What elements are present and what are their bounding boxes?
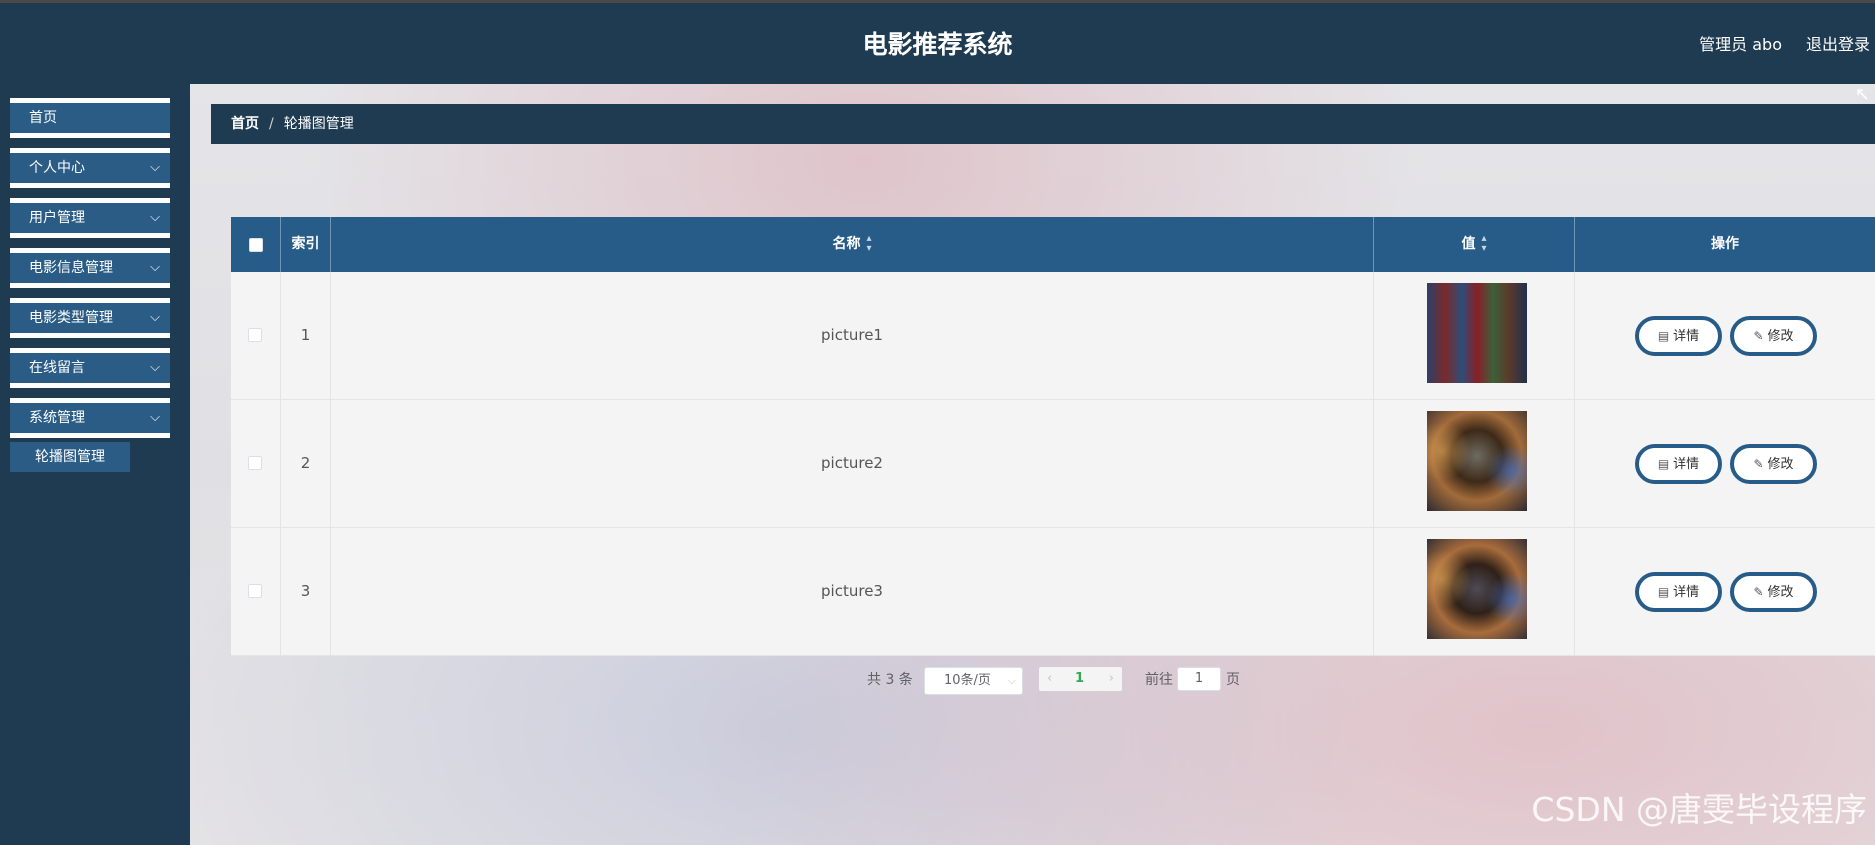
sort-icon[interactable]: ▴ ▾ xyxy=(1481,234,1486,254)
name-cell: picture3 xyxy=(331,528,1374,655)
row-checkbox[interactable] xyxy=(248,456,262,470)
chevron-down-icon: ⌵ xyxy=(150,410,160,425)
goto-label: 前往 xyxy=(1145,672,1173,688)
sidebar-subitem-carousel[interactable]: 轮播图管理 xyxy=(10,442,130,472)
carousel-thumbnail[interactable] xyxy=(1427,283,1527,383)
pencil-icon: ✎ xyxy=(1753,585,1764,599)
index-cell: 3 xyxy=(281,528,331,655)
mouse-cursor-icon: ↖ xyxy=(1854,84,1870,105)
app-title: 电影推荐系统 xyxy=(862,30,1013,59)
breadcrumb-separator: / xyxy=(269,116,274,132)
chevron-down-icon: ⌵ xyxy=(1007,674,1016,687)
carousel-thumbnail[interactable] xyxy=(1427,539,1527,639)
chevron-down-icon: ⌵ xyxy=(150,360,160,375)
table-row: 3 picture3 ▤ 详情 ✎ 修改 xyxy=(231,528,1875,656)
index-cell: 2 xyxy=(281,400,331,527)
sidebar-item-label: 电影类型管理 xyxy=(29,310,113,326)
sidebar-item-label: 电影信息管理 xyxy=(29,260,113,276)
sidebar-item-label: 系统管理 xyxy=(29,410,85,426)
chevron-left-icon[interactable]: ‹ xyxy=(1047,667,1052,691)
goto-page-input[interactable]: 1 xyxy=(1177,667,1221,691)
row-checkbox[interactable] xyxy=(248,328,262,342)
table-row: 1 picture1 ▤ 详情 ✎ 修改 xyxy=(231,272,1875,400)
sidebar-item-user-management[interactable]: 用户管理 ⌵ xyxy=(10,198,170,238)
document-icon: ▤ xyxy=(1657,585,1670,599)
chevron-down-icon: ⌵ xyxy=(150,210,160,225)
carousel-thumbnail[interactable] xyxy=(1427,411,1527,511)
select-cell xyxy=(231,400,281,527)
current-user: 管理员 abo xyxy=(1699,35,1782,54)
edit-button[interactable]: ✎ 修改 xyxy=(1730,572,1817,612)
pencil-icon: ✎ xyxy=(1753,329,1764,343)
goto-unit: 页 xyxy=(1226,672,1240,688)
header-select-cell xyxy=(231,217,281,272)
chevron-down-icon: ⌵ xyxy=(150,260,160,275)
current-page[interactable]: 1 xyxy=(1075,667,1084,691)
detail-label: 详情 xyxy=(1673,457,1700,472)
sidebar-item-label: 首页 xyxy=(29,110,57,126)
chevron-down-icon: ⌵ xyxy=(150,310,160,325)
watermark: CSDN @唐雯毕设程序 xyxy=(1531,790,1867,829)
table-row: 2 picture2 ▤ 详情 ✎ 修改 xyxy=(231,400,1875,528)
header-name[interactable]: 名称 ▴ ▾ xyxy=(331,217,1374,272)
detail-label: 详情 xyxy=(1673,585,1700,600)
detail-button[interactable]: ▤ 详情 xyxy=(1635,572,1722,612)
header-name-label: 名称 xyxy=(832,236,861,252)
select-cell xyxy=(231,528,281,655)
edit-label: 修改 xyxy=(1767,457,1794,472)
chevron-right-icon[interactable]: › xyxy=(1109,667,1114,691)
value-cell xyxy=(1374,272,1575,399)
sidebar-item-messages[interactable]: 在线留言 ⌵ xyxy=(10,348,170,388)
pagination: 共 3 条 10条/页 ⌵ ‹ 1 › 前往 1 页 xyxy=(0,667,1875,695)
select-all-checkbox[interactable] xyxy=(249,238,263,252)
action-cell: ▤ 详情 ✎ 修改 xyxy=(1575,528,1875,655)
top-bar: 电影推荐系统 管理员 abo 退出登录 xyxy=(0,0,1875,84)
sidebar-item-movie-type[interactable]: 电影类型管理 ⌵ xyxy=(10,298,170,338)
edit-label: 修改 xyxy=(1767,585,1794,600)
sidebar-item-personal-center[interactable]: 个人中心 ⌵ xyxy=(10,148,170,188)
document-icon: ▤ xyxy=(1657,329,1670,343)
page-size-value: 10条/页 xyxy=(944,673,991,688)
chevron-down-icon: ⌵ xyxy=(150,160,160,175)
sidebar-item-system[interactable]: 系统管理 ⌵ xyxy=(10,398,170,438)
table-header: 索引 名称 ▴ ▾ 值 ▴ ▾ 操作 xyxy=(231,217,1875,272)
value-cell xyxy=(1374,400,1575,527)
carousel-table: 索引 名称 ▴ ▾ 值 ▴ ▾ 操作 1 picture1 ▤ 详情 ✎ 修改 2 pict… xyxy=(231,217,1875,656)
header-action: 操作 xyxy=(1711,236,1739,252)
sidebar-item-label: 用户管理 xyxy=(29,210,85,226)
pencil-icon: ✎ xyxy=(1753,457,1764,471)
name-cell: picture2 xyxy=(331,400,1374,527)
sidebar-item-label: 个人中心 xyxy=(29,160,85,176)
detail-label: 详情 xyxy=(1673,329,1700,344)
page-size-select[interactable]: 10条/页 ⌵ xyxy=(924,667,1023,695)
document-icon: ▤ xyxy=(1657,457,1670,471)
breadcrumb-home[interactable]: 首页 xyxy=(231,116,259,132)
logout-button[interactable]: 退出登录 xyxy=(1806,31,1870,55)
header-value[interactable]: 值 ▴ ▾ xyxy=(1374,217,1575,272)
action-cell: ▤ 详情 ✎ 修改 xyxy=(1575,272,1875,399)
detail-button[interactable]: ▤ 详情 xyxy=(1635,316,1722,356)
name-cell: picture1 xyxy=(331,272,1374,399)
pagination-nav: ‹ 1 › xyxy=(1039,667,1122,691)
breadcrumb-current: 轮播图管理 xyxy=(283,116,354,132)
header-value-label: 值 xyxy=(1461,236,1476,252)
breadcrumb: 首页 / 轮播图管理 xyxy=(211,104,1875,144)
sidebar-item-label: 在线留言 xyxy=(29,360,85,376)
sidebar-item-movie-info[interactable]: 电影信息管理 ⌵ xyxy=(10,248,170,288)
row-checkbox[interactable] xyxy=(248,584,262,598)
edit-button[interactable]: ✎ 修改 xyxy=(1730,444,1817,484)
sidebar-item-home[interactable]: 首页 xyxy=(10,98,170,138)
action-cell: ▤ 详情 ✎ 修改 xyxy=(1575,400,1875,527)
value-cell xyxy=(1374,528,1575,655)
detail-button[interactable]: ▤ 详情 xyxy=(1635,444,1722,484)
sort-icon[interactable]: ▴ ▾ xyxy=(866,234,871,254)
pagination-total: 共 3 条 xyxy=(867,672,913,688)
edit-button[interactable]: ✎ 修改 xyxy=(1730,316,1817,356)
select-cell xyxy=(231,272,281,399)
header-index: 索引 xyxy=(281,217,331,272)
edit-label: 修改 xyxy=(1767,329,1794,344)
index-cell: 1 xyxy=(281,272,331,399)
